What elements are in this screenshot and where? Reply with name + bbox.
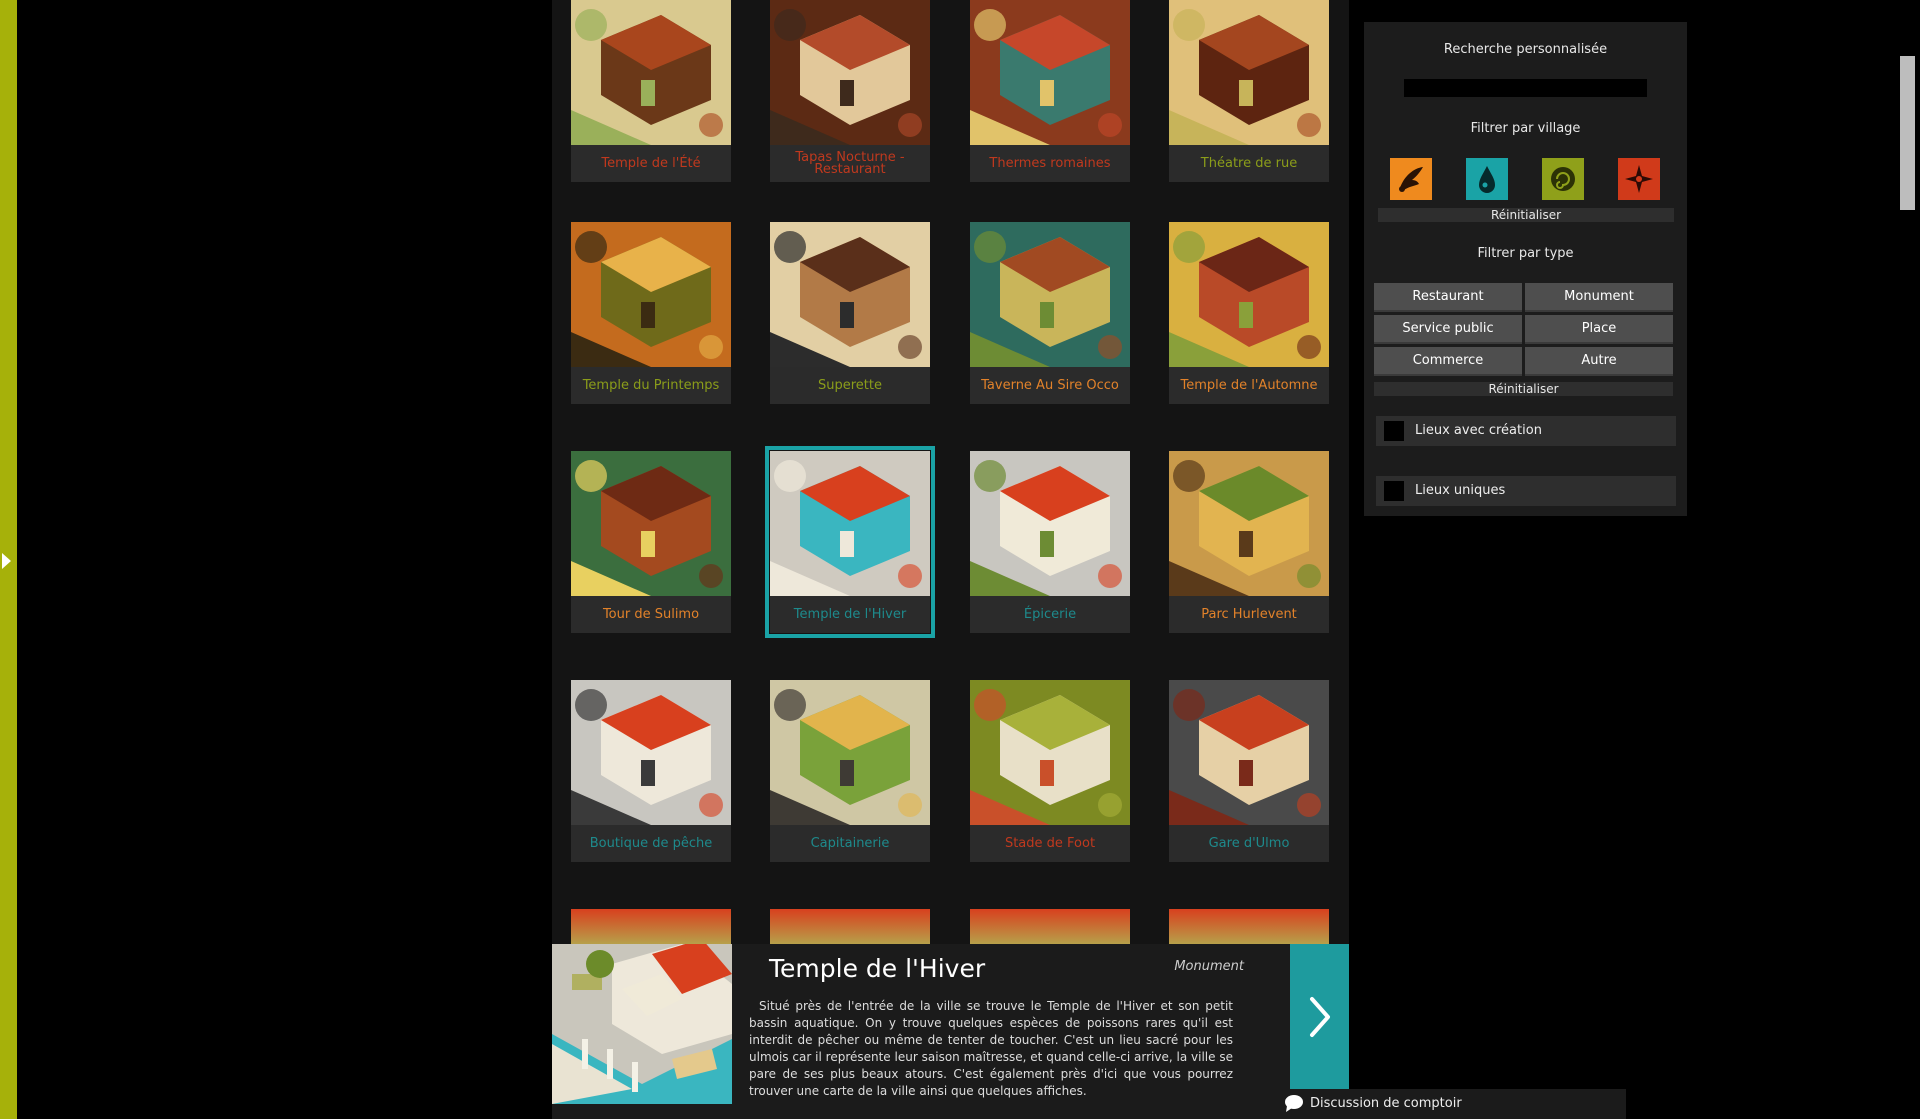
place-name: Théatre de rue	[1200, 155, 1298, 171]
place-name: Tapas Nocturne - Restaurant	[795, 149, 905, 177]
chat-label: Discussion de comptoir	[1310, 1096, 1462, 1111]
place-image	[571, 222, 731, 367]
place-detail-panel: Temple de l'Hiver Monument Situé près de…	[552, 944, 1349, 1119]
village-filter-water-drop-icon[interactable]	[1466, 158, 1508, 200]
place-card[interactable]: Épicerie	[970, 451, 1130, 633]
chevron-right-icon	[1310, 997, 1330, 1037]
checkbox-box[interactable]	[1384, 481, 1404, 501]
place-image	[571, 0, 731, 145]
place-name: Parc Hurlevent	[1201, 606, 1297, 622]
filter-unique-checkbox[interactable]: Lieux uniques	[1376, 476, 1676, 506]
village-filter-spiral-icon[interactable]	[1542, 158, 1584, 200]
type-reset-button[interactable]: Réinitialiser	[1374, 382, 1673, 396]
page-scrollbar-thumb[interactable]	[1900, 56, 1915, 210]
place-card-partial[interactable]	[1169, 909, 1329, 944]
place-name: Stade de Foot	[1004, 835, 1096, 851]
place-detail-title: Temple de l'Hiver	[769, 954, 986, 983]
place-name: Temple de l'Hiver	[793, 606, 907, 622]
place-card[interactable]: Parc Hurlevent	[1169, 451, 1329, 633]
type-filter-autre[interactable]: Autre	[1525, 347, 1673, 376]
place-card[interactable]: Boutique de pêche	[571, 680, 731, 862]
place-image	[970, 680, 1130, 825]
expand-arrow-icon[interactable]	[2, 553, 11, 569]
place-image	[970, 222, 1130, 367]
speech-bubble-icon	[1285, 1095, 1303, 1112]
type-filter-place[interactable]: Place	[1525, 315, 1673, 344]
place-name: Temple de l'Été	[601, 155, 701, 171]
type-filter-restaurant[interactable]: Restaurant	[1374, 283, 1522, 312]
place-name: Gare d'Ulmo	[1208, 835, 1290, 851]
place-image	[770, 451, 930, 596]
filter-creation-checkbox[interactable]: Lieux avec création	[1376, 416, 1676, 446]
place-image	[770, 0, 930, 145]
place-name: Épicerie	[1023, 606, 1077, 622]
place-image	[571, 451, 731, 596]
place-card[interactable]: Temple de l'Hiver	[765, 446, 935, 638]
checkbox-label: Lieux avec création	[1415, 423, 1542, 438]
place-name: Capitainerie	[810, 835, 890, 851]
place-name: Taverne Au Sire Occo	[981, 377, 1119, 393]
place-detail-type: Monument	[1174, 959, 1244, 974]
type-filter-commerce[interactable]: Commerce	[1374, 347, 1522, 376]
village-reset-button[interactable]: Réinitialiser	[1378, 208, 1674, 222]
place-image	[970, 451, 1130, 596]
place-card-partial[interactable]	[970, 909, 1130, 944]
place-card[interactable]: Temple de l'Été	[571, 0, 731, 182]
place-name: Thermes romaines	[989, 155, 1111, 171]
place-image	[1169, 0, 1329, 145]
place-name: Temple de l'Automne	[1180, 377, 1318, 393]
place-card[interactable]: Gare d'Ulmo	[1169, 680, 1329, 862]
place-card-partial[interactable]	[571, 909, 731, 944]
checkbox-label: Lieux uniques	[1415, 483, 1506, 498]
place-card[interactable]: Superette	[770, 222, 930, 404]
left-side-strip	[0, 0, 17, 1119]
place-card[interactable]: Théatre de rue	[1169, 0, 1329, 182]
village-filter-title: Filtrer par village	[1470, 121, 1581, 136]
place-card[interactable]: Thermes romaines	[970, 0, 1130, 182]
search-input[interactable]	[1404, 79, 1647, 97]
village-filter-wing-icon[interactable]	[1390, 158, 1432, 200]
type-filter-title: Filtrer par type	[1477, 246, 1574, 261]
place-image	[970, 0, 1130, 145]
place-card[interactable]: Capitainerie	[770, 680, 930, 862]
filter-sidebar: Recherche personnalisée Filtrer par vill…	[1364, 22, 1687, 516]
place-card[interactable]: Temple du Printemps	[571, 222, 731, 404]
place-card[interactable]: Tour de Sulimo	[571, 451, 731, 633]
village-filter-star-compass-icon[interactable]	[1618, 158, 1660, 200]
place-detail-image	[552, 944, 732, 1104]
type-filter-service-public[interactable]: Service public	[1374, 315, 1522, 344]
chat-bar[interactable]: Discussion de comptoir	[1280, 1089, 1626, 1119]
place-card-partial[interactable]	[770, 909, 930, 944]
checkbox-box[interactable]	[1384, 421, 1404, 441]
place-image	[1169, 680, 1329, 825]
place-card[interactable]: Tapas Nocturne - Restaurant	[770, 0, 930, 182]
place-name: Temple du Printemps	[582, 377, 720, 393]
place-image	[1169, 451, 1329, 596]
place-image	[571, 680, 731, 825]
place-card[interactable]: Taverne Au Sire Occo	[970, 222, 1130, 404]
place-name: Boutique de pêche	[589, 835, 713, 851]
place-detail-description: Situé près de l'entrée de la ville se tr…	[749, 999, 1233, 1098]
place-image	[1169, 222, 1329, 367]
place-name: Tour de Sulimo	[602, 606, 700, 622]
place-image	[770, 222, 930, 367]
search-title: Recherche personnalisée	[1443, 42, 1608, 57]
place-card[interactable]: Stade de Foot	[970, 680, 1130, 862]
place-image	[770, 680, 930, 825]
next-place-button[interactable]	[1290, 944, 1349, 1089]
place-card[interactable]: Temple de l'Automne	[1169, 222, 1329, 404]
place-name: Superette	[818, 377, 882, 393]
type-filter-monument[interactable]: Monument	[1525, 283, 1673, 312]
